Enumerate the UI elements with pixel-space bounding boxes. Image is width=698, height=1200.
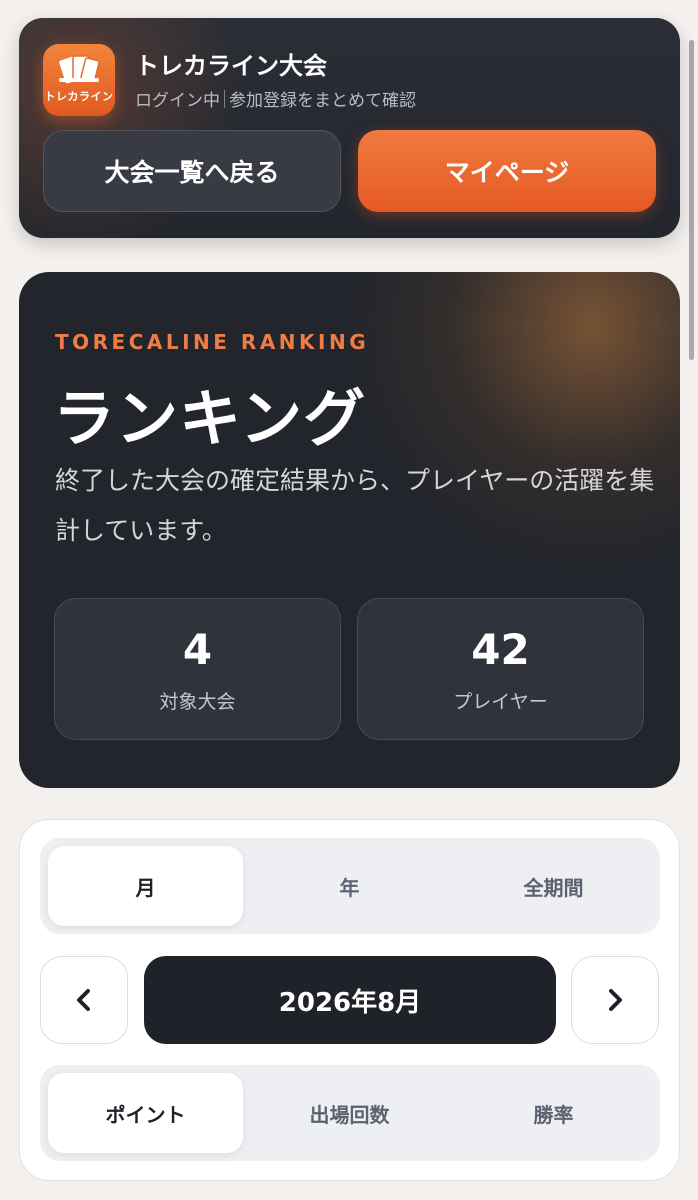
- stat-label: 対象大会: [159, 691, 236, 713]
- tab-win-rate[interactable]: 勝率: [456, 1073, 651, 1153]
- stat-players: 42 プレイヤー: [357, 598, 644, 740]
- divider: [224, 89, 225, 108]
- current-period-display[interactable]: 2026年8月: [144, 956, 556, 1044]
- mypage-button[interactable]: マイページ: [358, 130, 656, 212]
- app-title: トレカライン大会: [135, 52, 327, 80]
- chevron-right-icon: [609, 989, 622, 1011]
- tab-points[interactable]: ポイント: [48, 1073, 243, 1153]
- app-subtitle: ログイン中 参加登録をまとめて確認: [135, 86, 416, 111]
- login-status: ログイン中: [135, 91, 220, 111]
- metric-segmented-control: ポイント 出場回数 勝率: [40, 1065, 660, 1161]
- next-period-button[interactable]: [571, 956, 659, 1044]
- tab-appearances[interactable]: 出場回数: [252, 1073, 447, 1153]
- chevron-left-icon: [77, 989, 90, 1011]
- tab-all-time[interactable]: 全期間: [456, 846, 651, 926]
- section-eyebrow: TORECALINE RANKING: [55, 330, 370, 354]
- tab-year[interactable]: 年: [252, 846, 447, 926]
- stat-value: 42: [471, 625, 530, 674]
- page-description: 終了した大会の確定結果から、プレイヤーの活躍を集計しています。: [55, 466, 655, 545]
- app-logo[interactable]: トレカライン: [43, 44, 115, 116]
- stat-value: 4: [182, 625, 213, 674]
- subtitle-text: 参加登録をまとめて確認: [229, 91, 416, 111]
- logo-text: トレカライン: [44, 90, 114, 103]
- stat-label: プレイヤー: [453, 691, 548, 713]
- ranking-filter-card: 月 年 全期間 2026年8月 ポイント 出場回数 勝率: [19, 819, 680, 1181]
- page-scrollbar[interactable]: [689, 40, 694, 360]
- ranking-hero-card: TORECALINE RANKING ランキング 終了した大会の確定結果から、プ…: [19, 272, 680, 788]
- tab-month[interactable]: 月: [48, 846, 243, 926]
- trading-cards-icon: [59, 55, 100, 84]
- period-segmented-control: 月 年 全期間: [40, 838, 660, 934]
- back-to-tournaments-button[interactable]: 大会一覧へ戻る: [43, 130, 341, 212]
- previous-period-button[interactable]: [40, 956, 128, 1044]
- header-card: トレカライン トレカライン大会 ログイン中 参加登録をまとめて確認 大会一覧へ戻…: [19, 18, 680, 238]
- page-title: ランキング: [53, 382, 367, 455]
- stat-tournaments: 4 対象大会: [54, 598, 341, 740]
